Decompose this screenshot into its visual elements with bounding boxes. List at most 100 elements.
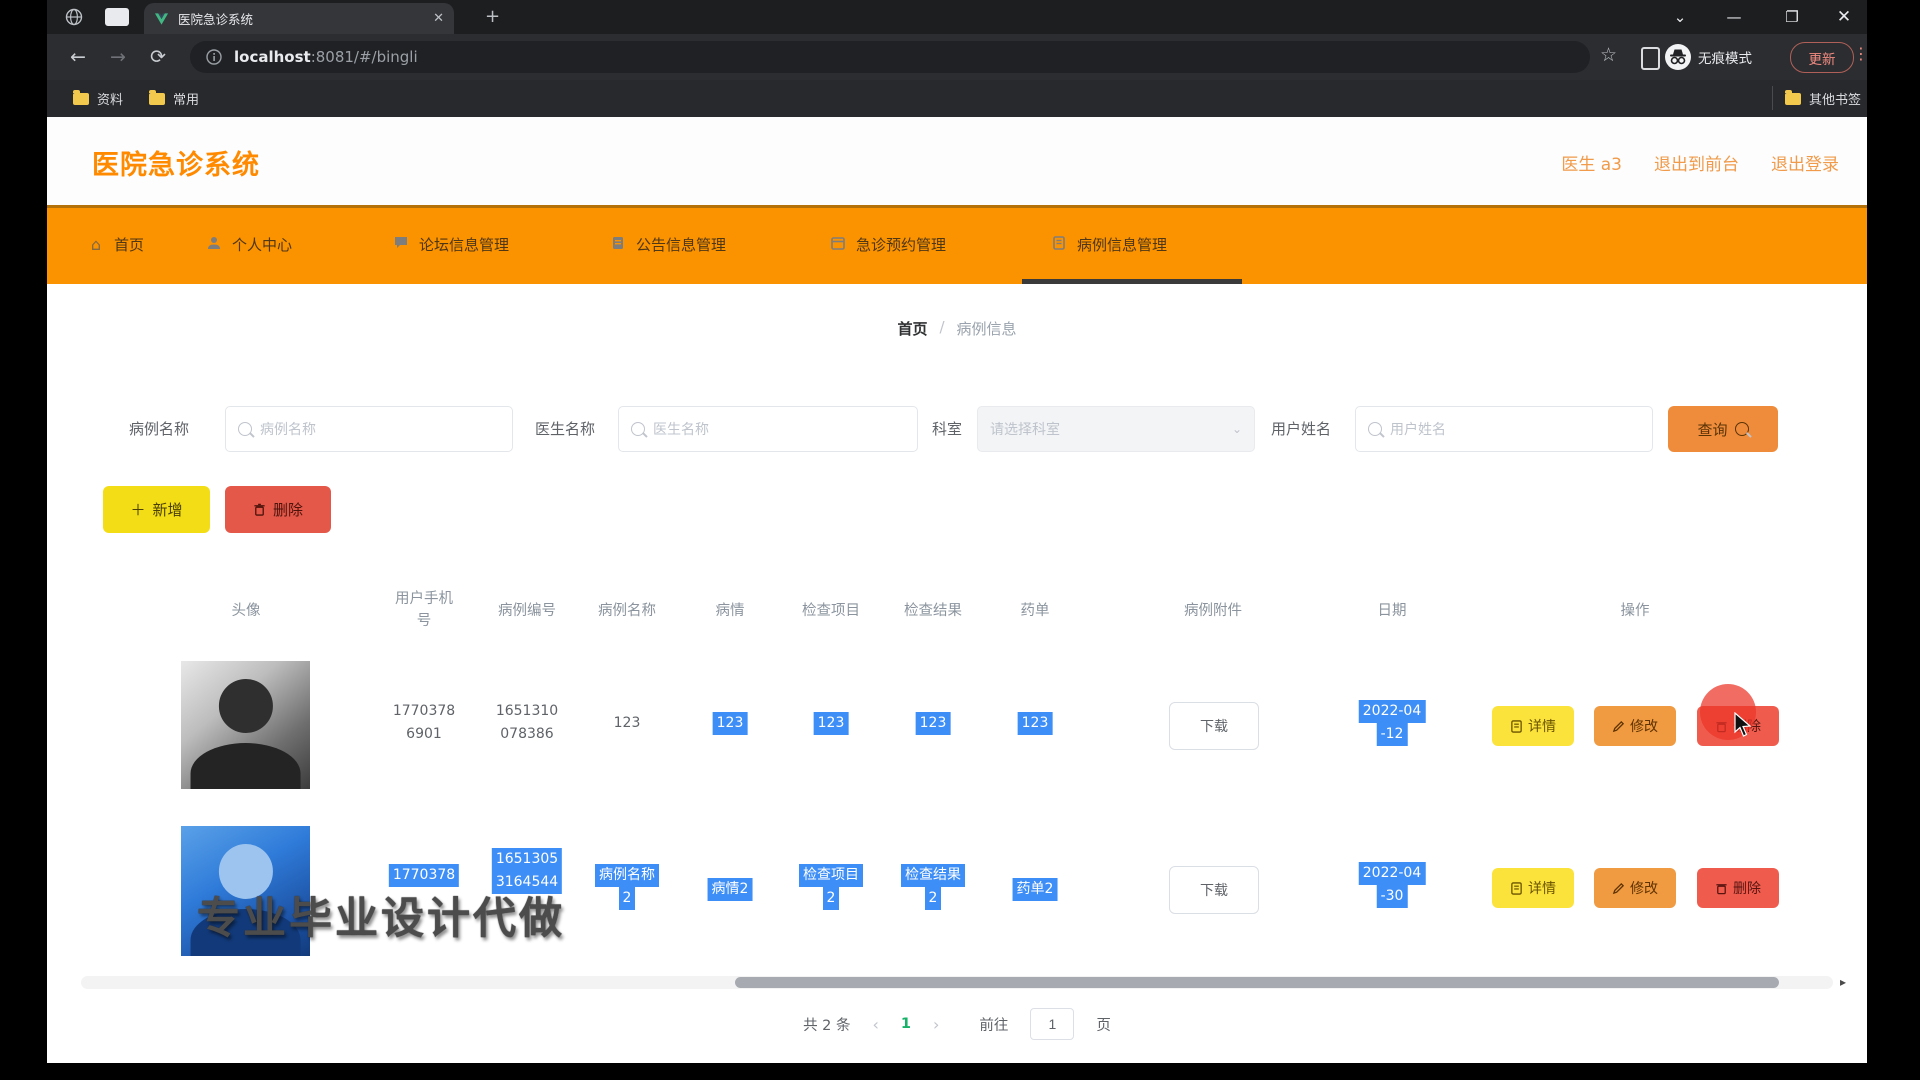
- user-icon: [205, 235, 223, 254]
- address-bar[interactable]: localhost :8081/#/bingli: [190, 41, 1590, 73]
- new-tab-icon[interactable]: +: [485, 8, 500, 26]
- url-path: :8081/#/bingli: [311, 48, 418, 66]
- exit-to-front-link[interactable]: 退出到前台: [1654, 150, 1739, 175]
- nav-item-forum[interactable]: 论坛信息管理: [392, 234, 509, 255]
- back-icon[interactable]: ←: [63, 42, 93, 72]
- bookmark-label: 常用: [173, 89, 199, 108]
- user-name-link[interactable]: 医生 a3: [1561, 150, 1622, 175]
- bookmarks-bar: 资料 常用 其他书签: [47, 80, 1867, 117]
- col-header-check-item: 检查项目: [802, 600, 860, 622]
- bookmark-label: 资料: [97, 89, 123, 108]
- col-header-avatar: 头像: [232, 600, 261, 622]
- reload-icon[interactable]: ⟳: [143, 42, 173, 72]
- doctor-name-label: 医生名称: [535, 418, 595, 439]
- star-icon[interactable]: ☆: [1600, 46, 1617, 65]
- cell-condition: 病情2: [708, 878, 753, 901]
- minimize-icon[interactable]: —: [1711, 0, 1757, 34]
- scroll-right-icon[interactable]: ▸: [1840, 975, 1846, 989]
- bookmark-folder-ziliao[interactable]: 资料: [73, 89, 123, 108]
- page-number[interactable]: 1: [901, 1016, 911, 1032]
- watermark-text: 专业毕业设计代做: [197, 884, 565, 946]
- side-panel-icon[interactable]: [1641, 47, 1660, 70]
- case-icon: [1050, 235, 1068, 254]
- nav-item-home[interactable]: ⌂ 首页: [87, 234, 144, 255]
- bookmark-folder-changyong[interactable]: 常用: [149, 89, 199, 108]
- detail-button[interactable]: 详情: [1492, 868, 1574, 908]
- nav-item-notice[interactable]: 公告信息管理: [609, 234, 726, 255]
- detail-button[interactable]: 详情: [1492, 706, 1574, 746]
- breadcrumb-separator: /: [939, 318, 944, 339]
- cell-check-result: 检查结果 2: [901, 864, 965, 910]
- edit-button[interactable]: 修改: [1594, 868, 1676, 908]
- url-host: localhost: [234, 48, 311, 66]
- close-icon[interactable]: ✕: [1821, 0, 1867, 34]
- main-nav: ⌂ 首页 个人中心 论坛信息管理 公告信息管理 急诊预约管理: [47, 205, 1867, 284]
- pinned-tab-icon[interactable]: [105, 8, 129, 26]
- edit-button[interactable]: 修改: [1594, 706, 1676, 746]
- folder-icon: [1785, 93, 1801, 105]
- browser-tab-bar: 医院急诊系统 ✕ + ⌄ — ❐ ✕: [47, 0, 1867, 34]
- info-icon[interactable]: [206, 49, 222, 65]
- case-name-input[interactable]: 病例名称: [225, 406, 513, 452]
- prev-page-icon[interactable]: ‹: [873, 1015, 879, 1034]
- forward-icon[interactable]: →: [103, 42, 133, 72]
- doctor-name-input[interactable]: 医生名称: [618, 406, 918, 452]
- search-button[interactable]: 查询: [1668, 406, 1778, 452]
- nav-item-profile[interactable]: 个人中心: [205, 234, 292, 255]
- vue-favicon-icon: [154, 12, 169, 26]
- user-name-input[interactable]: 用户姓名: [1355, 406, 1653, 452]
- active-tab-indicator: [1022, 279, 1242, 284]
- cell-phone: 17703786901: [393, 700, 455, 746]
- goto-unit: 页: [1096, 1014, 1111, 1035]
- doc-icon: [1510, 882, 1523, 895]
- department-select[interactable]: 请选择科室 ⌄: [977, 406, 1255, 452]
- edit-icon: [1612, 882, 1625, 895]
- calendar-icon: [829, 235, 847, 254]
- nav-item-cases[interactable]: 病例信息管理: [1050, 234, 1167, 255]
- restore-icon[interactable]: ❐: [1769, 0, 1815, 34]
- breadcrumb-home[interactable]: 首页: [897, 318, 927, 339]
- other-bookmarks[interactable]: 其他书签: [1785, 89, 1861, 108]
- remove-button[interactable]: 删除: [1697, 868, 1779, 908]
- download-button[interactable]: 下载: [1169, 702, 1259, 750]
- cell-check-item: 123: [814, 712, 849, 735]
- delete-button[interactable]: 删除: [225, 486, 331, 533]
- add-button[interactable]: ＋ 新增: [103, 486, 210, 533]
- download-button[interactable]: 下载: [1169, 866, 1259, 914]
- window-menu-chevron-icon[interactable]: ⌄: [1657, 0, 1703, 34]
- nav-item-appointment[interactable]: 急诊预约管理: [829, 234, 946, 255]
- department-label: 科室: [932, 418, 962, 439]
- col-header-phone: 用户手机号: [395, 588, 453, 632]
- search-icon: [631, 422, 645, 436]
- incognito-badge: 无痕模式: [1665, 43, 1752, 71]
- tab-title: 医院急诊系统: [178, 9, 433, 28]
- notice-icon: [609, 235, 627, 254]
- bookmarks-divider: [1772, 86, 1773, 110]
- cell-condition: 123: [713, 712, 748, 735]
- col-header-condition: 病情: [716, 600, 745, 622]
- browser-window: 医院急诊系统 ✕ + ⌄ — ❐ ✕ ← → ⟳ localhost :8081…: [47, 0, 1867, 1063]
- user-name-label: 用户姓名: [1271, 418, 1331, 439]
- next-page-icon[interactable]: ›: [933, 1015, 939, 1034]
- goto-page-input[interactable]: [1030, 1008, 1074, 1040]
- horizontal-scrollbar[interactable]: [81, 976, 1833, 989]
- globe-icon[interactable]: [65, 8, 83, 26]
- page-title: 医院急诊系统: [92, 143, 260, 182]
- more-menu-icon[interactable]: ⋮: [1853, 44, 1867, 63]
- search-icon: [1368, 422, 1382, 436]
- doc-icon: [1510, 720, 1523, 733]
- cell-prescription: 123: [1018, 712, 1053, 735]
- avatar-image: [181, 661, 310, 789]
- scrollbar-thumb[interactable]: [735, 977, 1779, 988]
- plus-icon: ＋: [130, 499, 145, 520]
- tab-close-icon[interactable]: ✕: [433, 12, 444, 25]
- trash-icon: [253, 503, 266, 516]
- logout-link[interactable]: 退出登录: [1771, 150, 1839, 175]
- update-button[interactable]: 更新: [1790, 42, 1854, 73]
- col-header-prescription: 药单: [1021, 600, 1050, 622]
- breadcrumb: 首页 / 病例信息: [47, 318, 1867, 339]
- case-name-label: 病例名称: [129, 418, 189, 439]
- home-icon: ⌂: [87, 235, 105, 254]
- pagination: 共 2 条 ‹ 1 › 前往 页: [47, 1008, 1867, 1040]
- active-tab[interactable]: 医院急诊系统 ✕: [144, 3, 454, 34]
